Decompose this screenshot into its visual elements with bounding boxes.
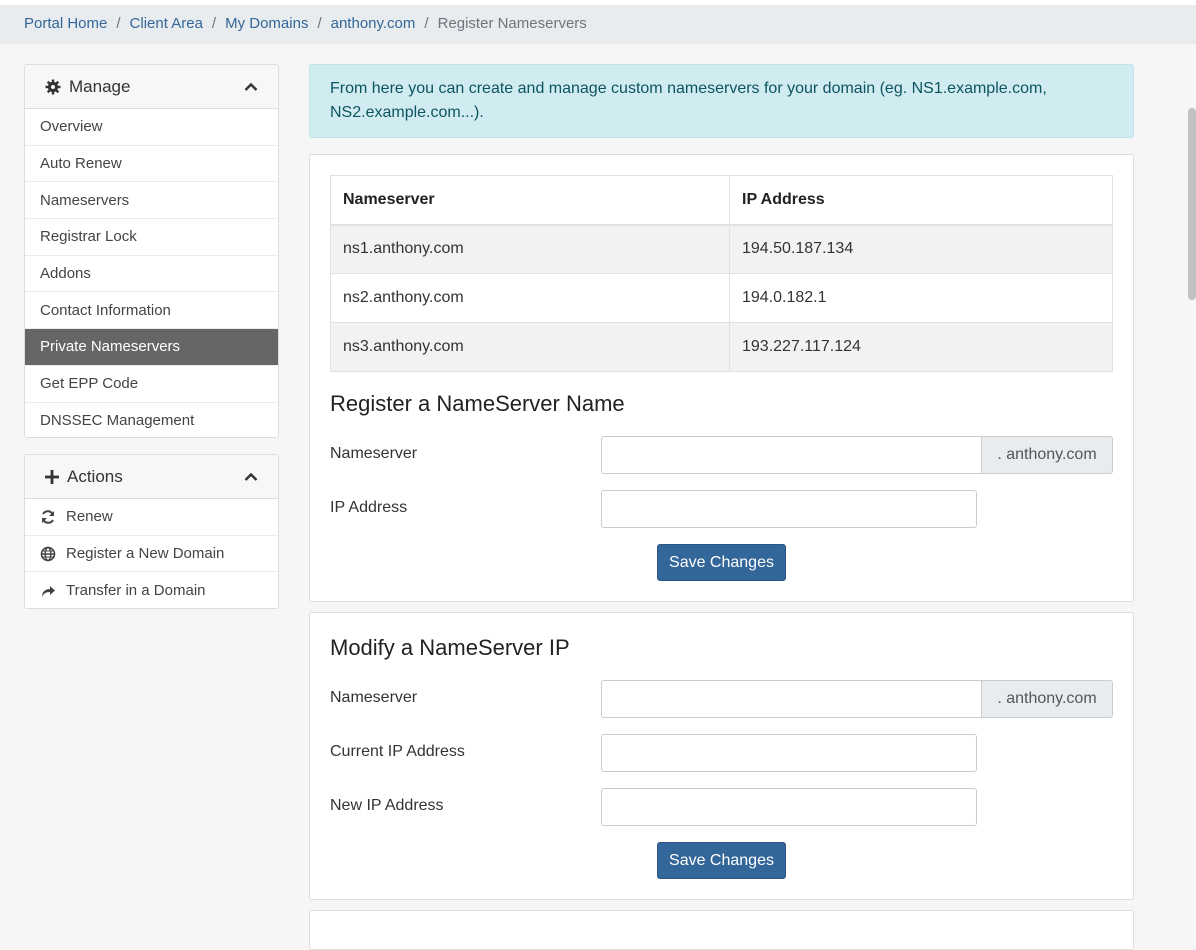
nameserver-cell: ns3.anthony.com [330, 322, 730, 372]
register-nameserver-input[interactable] [601, 436, 982, 474]
table-row: ns3.anthony.com 193.227.117.124 [330, 322, 1113, 372]
nameserver-cell: ns2.anthony.com [330, 273, 730, 323]
modify-nameserver-input[interactable] [601, 680, 982, 718]
modify-save-button[interactable]: Save Changes [657, 842, 786, 879]
actions-panel: Actions Renew Register a New Domain Tran… [24, 454, 279, 609]
manage-panel-title: Manage [69, 76, 131, 96]
register-nameserver-card: Nameserver IP Address ns1.anthony.com 19… [309, 154, 1134, 602]
sidebar-item-auto-renew[interactable]: Auto Renew [25, 146, 278, 183]
register-ip-input[interactable] [601, 490, 977, 528]
chevron-up-icon[interactable] [244, 472, 258, 482]
plus-icon [45, 469, 59, 484]
register-save-button[interactable]: Save Changes [657, 544, 786, 581]
breadcrumb-separator: / [211, 15, 217, 32]
modify-nameserver-card: Modify a NameServer IP Nameserver . anth… [309, 612, 1134, 900]
table-row: ns2.anthony.com 194.0.182.1 [330, 273, 1113, 323]
domain-suffix-addon: . anthony.com [982, 680, 1113, 718]
ip-address-cell: 193.227.117.124 [729, 322, 1113, 372]
breadcrumb-portal-home[interactable]: Portal Home [24, 15, 107, 32]
actions-panel-title: Actions [67, 466, 123, 486]
register-nameserver-label: Nameserver [330, 445, 418, 462]
share-arrow-icon [40, 583, 58, 599]
breadcrumb-current: Register Nameservers [437, 15, 587, 32]
info-alert: From here you can create and manage cust… [309, 64, 1134, 138]
domain-suffix-addon: . anthony.com [982, 436, 1113, 474]
modify-nameserver-label: Nameserver [330, 689, 418, 706]
breadcrumb-client-area[interactable]: Client Area [130, 15, 203, 32]
breadcrumb-separator: / [424, 15, 429, 32]
action-register-new-domain[interactable]: Register a New Domain [25, 536, 278, 573]
sidebar-item-overview[interactable]: Overview [25, 109, 278, 146]
action-label: Register a New Domain [66, 545, 225, 563]
breadcrumb-separator: / [116, 15, 121, 32]
nameserver-cell: ns1.anthony.com [330, 224, 730, 274]
table-header-row: Nameserver IP Address [330, 175, 1113, 226]
action-transfer-domain[interactable]: Transfer in a Domain [25, 572, 278, 608]
register-nameserver-group: . anthony.com [601, 436, 1113, 474]
nameservers-table: Nameserver IP Address ns1.anthony.com 19… [330, 175, 1113, 372]
register-section-title: Register a NameServer Name [330, 391, 625, 416]
breadcrumb-separator: / [317, 15, 322, 32]
register-ip-label: IP Address [330, 499, 408, 516]
modify-section-title: Modify a NameServer IP [330, 635, 570, 660]
gear-icon [45, 79, 61, 95]
sidebar-item-get-epp-code[interactable]: Get EPP Code [25, 366, 278, 403]
sidebar-item-dnssec-management[interactable]: DNSSEC Management [25, 403, 278, 438]
sidebar-item-registrar-lock[interactable]: Registrar Lock [25, 219, 278, 256]
ip-address-cell: 194.0.182.1 [729, 273, 1113, 323]
column-header-nameserver: Nameserver [330, 175, 730, 226]
manage-panel: Manage Overview Auto Renew Nameservers R… [24, 64, 279, 438]
current-ip-label: Current IP Address [330, 743, 465, 760]
sidebar-item-private-nameservers[interactable]: Private Nameservers [25, 329, 278, 366]
action-label: Renew [66, 508, 113, 526]
refresh-icon [40, 509, 58, 525]
breadcrumb-domain[interactable]: anthony.com [331, 15, 416, 32]
current-ip-input[interactable] [601, 734, 977, 772]
chevron-up-icon[interactable] [244, 82, 258, 92]
manage-panel-header[interactable]: Manage [25, 65, 278, 109]
action-label: Transfer in a Domain [66, 582, 206, 600]
new-ip-label: New IP Address [330, 797, 444, 814]
sidebar-item-nameservers[interactable]: Nameservers [25, 182, 278, 220]
breadcrumb: Portal Home / Client Area / My Domains / antho… [0, 5, 1196, 44]
column-header-ip-address: IP Address [729, 175, 1113, 226]
sidebar-item-contact-information[interactable]: Contact Information [25, 292, 278, 330]
table-row: ns1.anthony.com 194.50.187.134 [330, 224, 1113, 274]
next-card [309, 910, 1134, 950]
breadcrumb-my-domains[interactable]: My Domains [225, 15, 308, 32]
ip-address-cell: 194.50.187.134 [729, 224, 1113, 274]
globe-icon [40, 546, 58, 562]
modify-nameserver-group: . anthony.com [601, 680, 1113, 718]
action-renew[interactable]: Renew [25, 499, 278, 536]
actions-panel-header[interactable]: Actions [25, 455, 278, 499]
page-scrollbar[interactable] [1188, 108, 1196, 300]
new-ip-input[interactable] [601, 788, 977, 826]
sidebar-item-addons[interactable]: Addons [25, 256, 278, 293]
